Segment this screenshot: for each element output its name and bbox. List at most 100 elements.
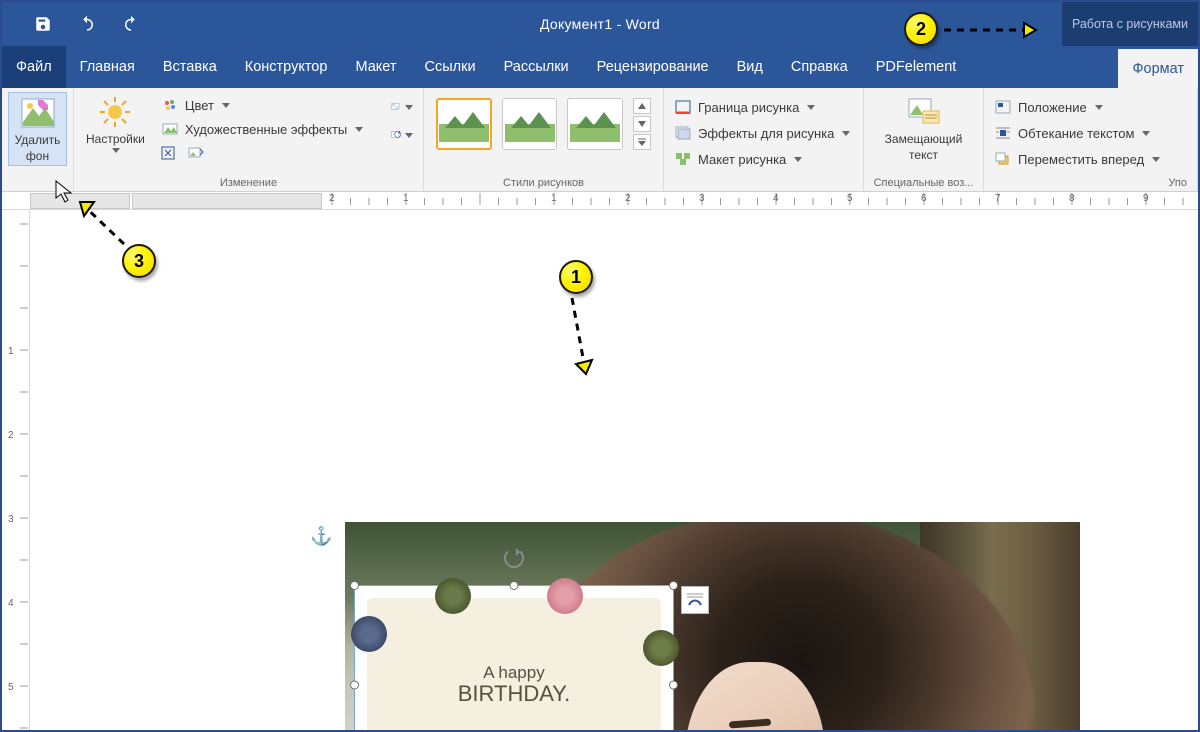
picture-styles-gallery	[430, 92, 657, 150]
bring-forward-button[interactable]: Переместить вперед	[990, 148, 1191, 170]
svg-text:4: 4	[8, 598, 14, 609]
svg-text:2: 2	[625, 193, 631, 204]
flower-decor	[643, 630, 679, 666]
resize-handle[interactable]	[510, 581, 519, 590]
tab-pdfelement[interactable]: PDFelement	[862, 46, 971, 88]
flower-decor	[351, 616, 387, 652]
svg-text:1: 1	[8, 346, 14, 357]
remove-bg-label-1: Удалить	[15, 133, 61, 147]
style-thumb-3[interactable]	[567, 98, 623, 150]
alt-text-button[interactable]: Замещающий текст	[870, 92, 977, 164]
group-label-arrange: Упо	[990, 175, 1191, 189]
resize-handle[interactable]	[350, 581, 359, 590]
svg-text:4: 4	[773, 193, 779, 204]
tab-format[interactable]: Формат	[1118, 46, 1198, 88]
border-icon	[674, 98, 692, 116]
quick-access-toolbar	[2, 11, 146, 37]
gallery-down-button[interactable]	[633, 116, 651, 132]
arrow-2	[940, 20, 1060, 40]
tab-view[interactable]: Вид	[723, 46, 777, 88]
svg-text:2: 2	[329, 193, 335, 204]
callout-1: 1	[559, 260, 593, 294]
svg-text:9: 9	[1143, 193, 1149, 204]
rotate-handle[interactable]	[504, 548, 524, 568]
vertical-ruler[interactable]: 123456	[2, 210, 30, 730]
color-button[interactable]: Цвет	[157, 94, 367, 116]
svg-text:5: 5	[847, 193, 853, 204]
resize-handle[interactable]	[350, 681, 359, 690]
card-text: A happy BIRTHDAY.	[458, 664, 570, 707]
svg-text:2: 2	[8, 430, 14, 441]
tab-review[interactable]: Рецензирование	[583, 46, 723, 88]
picture-tools-context-tab[interactable]: Работа с рисунками	[1062, 2, 1198, 46]
svg-text:1: 1	[403, 193, 409, 204]
change-picture-button[interactable]	[185, 142, 207, 164]
horizontal-ruler[interactable]: 21123456789101112	[2, 192, 1198, 210]
style-thumb-1[interactable]	[436, 98, 492, 150]
tab-help[interactable]: Справка	[777, 46, 862, 88]
group-label-styles: Стили рисунков	[430, 175, 657, 189]
artistic-icon	[161, 120, 179, 138]
save-icon[interactable]	[28, 11, 58, 37]
tab-home[interactable]: Главная	[66, 46, 149, 88]
svg-text:8: 8	[1069, 193, 1075, 204]
arrow-3	[66, 188, 136, 258]
undo-icon[interactable]	[72, 11, 102, 37]
selected-picture[interactable]: A happy BIRTHDAY.	[354, 585, 674, 730]
gallery-up-button[interactable]	[633, 98, 651, 114]
svg-text:7: 7	[995, 193, 1001, 204]
chevron-down-icon	[112, 148, 120, 153]
callout-2: 2	[904, 12, 938, 46]
remove-background-button[interactable]: Удалить фон	[8, 92, 67, 166]
flower-decor	[547, 578, 583, 614]
redo-icon[interactable]	[116, 11, 146, 37]
picture-layout-button[interactable]: Макет рисунка	[670, 148, 857, 170]
svg-text:6: 6	[921, 193, 927, 204]
reset-picture-button[interactable]	[391, 124, 413, 146]
gallery-more-button[interactable]	[633, 134, 651, 150]
group-label-adjust: Изменение	[80, 175, 417, 189]
svg-text:5: 5	[8, 682, 14, 693]
brightness-icon	[97, 94, 133, 130]
position-button[interactable]: Положение	[990, 96, 1191, 118]
app-title: Документ1 - Word	[540, 16, 660, 32]
callout-3: 3	[122, 244, 156, 278]
style-thumb-2[interactable]	[502, 98, 558, 150]
svg-text:1: 1	[551, 193, 557, 204]
resize-handle[interactable]	[669, 581, 678, 590]
tab-file[interactable]: Файл	[2, 46, 66, 88]
bring-fwd-icon	[994, 150, 1012, 168]
card-background: A happy BIRTHDAY.	[367, 598, 661, 730]
transparency-button[interactable]	[391, 96, 413, 118]
corrections-label: Настройки	[86, 132, 145, 146]
svg-text:3: 3	[699, 193, 705, 204]
artistic-effects-button[interactable]: Художественные эффекты	[157, 118, 367, 140]
tab-references[interactable]: Ссылки	[411, 46, 490, 88]
tab-design[interactable]: Конструктор	[231, 46, 342, 88]
arrow-1	[562, 294, 602, 398]
group-label-accessibility: Специальные воз...	[870, 175, 977, 189]
tab-mailings[interactable]: Рассылки	[490, 46, 583, 88]
compress-pictures-button[interactable]	[157, 142, 179, 164]
anchor-icon: ⚓	[310, 526, 332, 547]
wrap-text-button[interactable]: Обтекание текстом	[990, 122, 1191, 144]
mouse-cursor-icon	[55, 180, 73, 204]
flower-decor	[435, 578, 471, 614]
tab-layout[interactable]: Макет	[341, 46, 410, 88]
ribbon: Удалить фон Настройки Цвет Худож	[2, 88, 1198, 192]
svg-text:3: 3	[8, 514, 14, 525]
effects-icon	[674, 124, 692, 142]
remove-bg-label-2: фон	[26, 149, 49, 163]
alt-text-icon	[906, 94, 942, 130]
picture-border-button[interactable]: Граница рисунка	[670, 96, 857, 118]
picture-effects-button[interactable]: Эффекты для рисунка	[670, 122, 857, 144]
layout-icon	[674, 150, 692, 168]
remove-bg-icon	[20, 95, 56, 131]
resize-handle[interactable]	[669, 681, 678, 690]
corrections-button[interactable]: Настройки	[80, 92, 151, 155]
position-icon	[994, 98, 1012, 116]
ruler-h-ticks: 21123456789101112	[322, 190, 1198, 211]
document-canvas[interactable]: ⚓ + OCOMP.infoВОПРОСЫ АДМИНУ A happy BIR…	[30, 210, 1198, 730]
tab-insert[interactable]: Вставка	[149, 46, 231, 88]
layout-options-button[interactable]	[681, 586, 709, 614]
